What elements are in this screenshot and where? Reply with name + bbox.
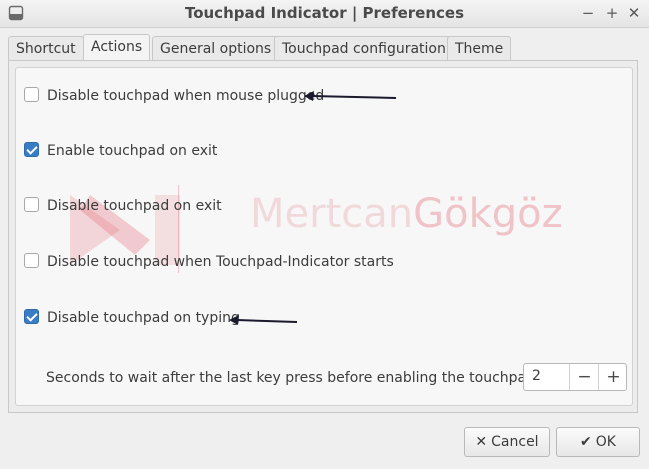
option-label: Disable touchpad on typing: [47, 310, 240, 326]
watermark-text-part1: Mertcan: [250, 191, 414, 237]
option-enable-on-exit[interactable]: Enable touchpad on exit: [24, 141, 217, 161]
tab-general-options[interactable]: General options: [152, 36, 280, 61]
option-disable-on-exit[interactable]: Disable touchpad on exit: [24, 196, 222, 216]
option-label: Enable touchpad on exit: [47, 143, 218, 159]
option-label: Disable touchpad when mouse plugged: [47, 88, 325, 104]
delay-value[interactable]: 2: [532, 368, 541, 384]
annotation-arrow-icon: [304, 91, 397, 101]
checkbox[interactable]: [24, 196, 39, 212]
maximize-icon[interactable]: +: [602, 3, 622, 23]
option-label: Disable touchpad on exit: [47, 198, 222, 214]
window-title: Touchpad Indicator | Preferences: [184, 4, 465, 22]
decrement-button[interactable]: −: [569, 364, 599, 390]
option-disable-when-mouse-plugged[interactable]: Disable touchpad when mouse plugged: [24, 86, 324, 106]
option-label: Disable touchpad when Touchpad-Indicator…: [47, 254, 394, 270]
watermark-text: MertcanGökgöz: [250, 191, 563, 237]
option-disable-on-typing[interactable]: Disable touchpad on typing: [24, 308, 240, 328]
minimize-icon[interactable]: −: [578, 3, 598, 23]
cancel-label: Cancel: [491, 434, 539, 450]
watermark-text-part2: Gökgöz: [413, 191, 563, 237]
checkbox[interactable]: [24, 86, 39, 102]
ok-button[interactable]: ✔ OK: [556, 427, 640, 457]
delay-label: Seconds to wait after the last key press…: [46, 370, 540, 386]
cancel-icon: ✕: [475, 434, 488, 450]
increment-button[interactable]: +: [598, 364, 628, 390]
ok-label: OK: [595, 434, 616, 450]
tab-shortcut[interactable]: Shortcut: [8, 36, 84, 61]
checkbox[interactable]: [24, 252, 39, 268]
close-icon[interactable]: ✕: [624, 3, 644, 23]
tab-touchpad-configuration[interactable]: Touchpad configuration: [274, 36, 454, 61]
checkbox[interactable]: [24, 141, 39, 157]
annotation-arrow-icon: [229, 315, 298, 325]
delay-spinbutton[interactable]: 2 − +: [523, 363, 627, 391]
ok-icon: ✔: [580, 434, 592, 450]
option-disable-when-indicator-starts[interactable]: Disable touchpad when Touchpad-Indicator…: [24, 252, 394, 272]
title-bar: Touchpad Indicator | Preferences − + ✕: [0, 0, 649, 28]
cancel-button[interactable]: ✕ Cancel: [464, 427, 550, 457]
checkbox[interactable]: [24, 308, 39, 324]
tab-actions[interactable]: Actions: [83, 34, 151, 61]
tab-theme[interactable]: Theme: [447, 36, 512, 61]
